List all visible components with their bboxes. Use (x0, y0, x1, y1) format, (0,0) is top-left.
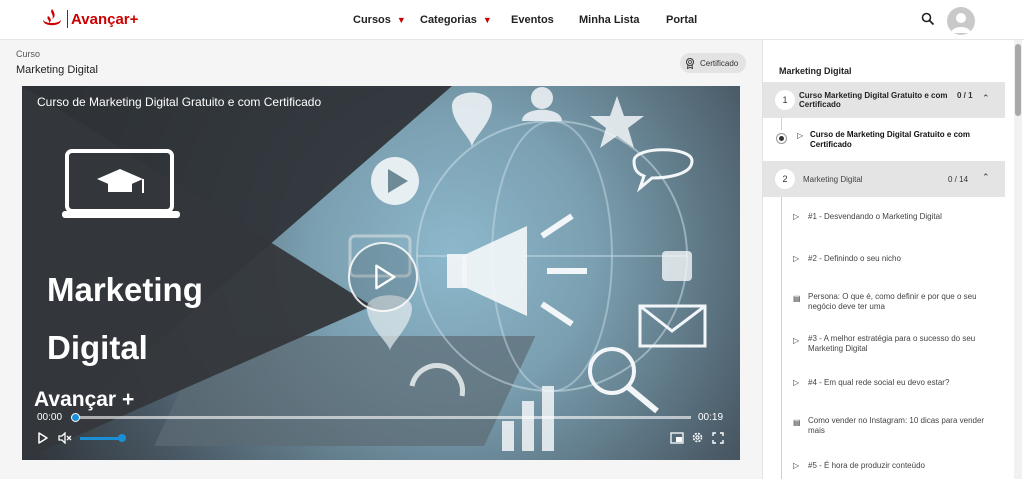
lesson-item[interactable]: ▤ Como vender no Instagram: 10 dicas par… (763, 416, 1005, 452)
breadcrumb[interactable]: Curso (16, 49, 40, 59)
section-header-2[interactable]: 2 Marketing Digital 0 / 14 ⌃ (763, 161, 1005, 197)
lesson-item[interactable]: ▷ #2 - Definindo o seu nicho (763, 254, 1005, 284)
chevron-up-icon[interactable]: ⌃ (982, 172, 990, 183)
nav-minha-lista[interactable]: Minha Lista (579, 0, 640, 40)
thumbnail-brand: Avançar + (34, 388, 135, 411)
section-title: Curso Marketing Digital Gratuito e com C… (799, 91, 948, 110)
article-icon: ▤ (793, 294, 801, 303)
thumbnail-title-line2: Digital (47, 328, 148, 366)
video-lesson-icon: ▷ (793, 461, 800, 470)
sidebar-title: Marketing Digital (779, 66, 852, 76)
video-lesson-icon: ▷ (793, 378, 800, 387)
lesson-title: Como vender no Instagram: 10 dicas para … (808, 416, 985, 435)
lesson-title: #5 - É hora de produzir conteúdo (808, 461, 925, 470)
lesson-title: #2 - Definindo o seu nicho (808, 254, 901, 263)
nav-eventos-label: Eventos (511, 14, 554, 26)
chevron-down-icon: ▼ (482, 15, 492, 25)
flame-logo-icon (43, 9, 61, 26)
lesson-item[interactable]: ▷ #3 - A melhor estratégia para o sucess… (763, 334, 1005, 370)
search-icon[interactable] (921, 12, 935, 26)
page-title: Marketing Digital (16, 64, 98, 76)
fullscreen-icon[interactable] (712, 432, 724, 444)
certificate-icon (686, 58, 694, 69)
total-time: 00:19 (698, 412, 724, 423)
scrollbar-thumb[interactable] (1015, 44, 1021, 116)
section-number: 2 (775, 169, 795, 189)
pip-icon[interactable] (670, 432, 684, 444)
current-time: 00:00 (37, 412, 63, 423)
lesson-item[interactable]: ▷ #5 - É hora de produzir conteúdo (763, 461, 1005, 479)
lesson-title: Persona: O que é, como definir e por que… (808, 292, 977, 311)
nav-categorias-label: Categorias (420, 14, 477, 26)
certificate-label: Certificado (700, 58, 739, 68)
seek-bar[interactable] (71, 413, 691, 422)
lesson-status-dot (777, 134, 786, 143)
section-header-1[interactable]: 1 Curso Marketing Digital Gratuito e com… (763, 82, 1005, 118)
lesson-item[interactable]: ▷ #1 - Desvendando o Marketing Digital (763, 212, 1005, 242)
person-icon (951, 13, 971, 33)
video-player[interactable]: Curso de Marketing Digital Gratuito e co… (22, 86, 740, 460)
lesson-title: Curso de Marketing Digital Gratuito e co… (810, 130, 971, 149)
nav-portal-label: Portal (666, 14, 698, 26)
lesson-title: #4 - Em qual rede social eu devo estar? (808, 378, 950, 387)
big-play-button[interactable] (348, 242, 418, 312)
video-caption: Curso de Marketing Digital Gratuito e co… (37, 95, 322, 109)
thumbnail-title: Marketing Digital (47, 261, 203, 377)
chevron-down-icon: ▼ (396, 15, 406, 25)
section-title: Marketing Digital (803, 175, 863, 184)
play-icon (375, 264, 396, 290)
video-lesson-icon: ▷ (793, 336, 800, 345)
settings-icon[interactable] (691, 431, 704, 444)
course-sidebar: Marketing Digital 1 Curso Marketing Digi… (762, 40, 1024, 479)
lesson-item[interactable]: ▷ #4 - Em qual rede social eu devo estar… (763, 378, 1005, 408)
video-lesson-icon: ▷ (797, 131, 804, 140)
lesson-title: #1 - Desvendando o Marketing Digital (808, 212, 942, 221)
logo-divider (67, 10, 68, 28)
brand-logo[interactable]: Avançar+ (40, 7, 138, 31)
lesson-item[interactable]: ▷ Curso de Marketing Digital Gratuito e … (763, 128, 1005, 164)
volume-handle[interactable] (118, 434, 126, 442)
top-navigation-bar: Avançar+ Cursos ▼ Categorias ▼ Eventos M… (0, 0, 1024, 40)
seek-handle[interactable] (71, 413, 80, 422)
nav-eventos[interactable]: Eventos (511, 0, 554, 40)
user-avatar-icon[interactable] (947, 7, 975, 35)
play-icon[interactable] (37, 432, 49, 444)
lesson-item[interactable]: ▤ Persona: O que é, como definir e por q… (763, 292, 1005, 328)
nav-minha-lista-label: Minha Lista (579, 14, 640, 26)
section-progress-count: 0 / 1 (957, 91, 973, 100)
sidebar-scrollbar[interactable] (1014, 40, 1022, 479)
nav-categorias[interactable]: Categorias ▼ (420, 0, 492, 40)
certificate-button[interactable]: Certificado (680, 53, 746, 73)
chevron-up-icon[interactable]: ⌃ (982, 93, 990, 104)
video-lesson-icon: ▷ (793, 254, 800, 263)
volume-slider[interactable] (80, 434, 126, 442)
volume-icon[interactable] (58, 432, 72, 444)
nav-portal[interactable]: Portal (666, 0, 697, 40)
section-number: 1 (775, 90, 795, 110)
section-progress-count: 0 / 14 (948, 175, 969, 184)
thumbnail-title-line1: Marketing (47, 271, 203, 308)
lesson-title: #3 - A melhor estratégia para o sucesso … (808, 334, 976, 353)
nav-cursos-label: Cursos (353, 14, 391, 26)
nav-cursos[interactable]: Cursos ▼ (353, 0, 406, 40)
brand-name: Avançar+ (71, 10, 139, 28)
article-icon: ▤ (793, 418, 801, 427)
video-lesson-icon: ▷ (793, 212, 800, 221)
